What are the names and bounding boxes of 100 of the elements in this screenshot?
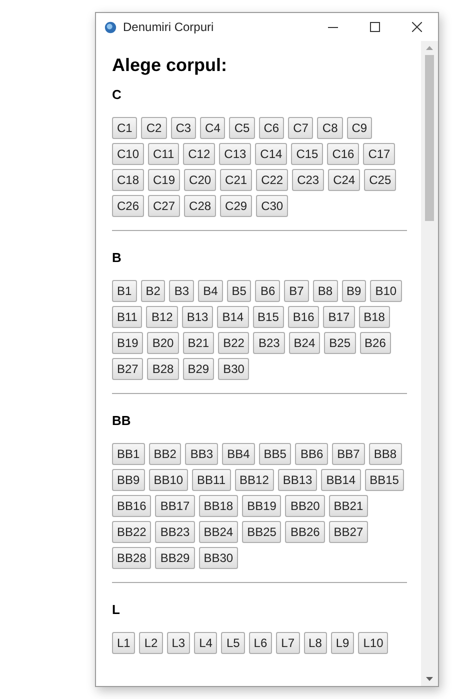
- body-button[interactable]: BB5: [258, 443, 292, 465]
- body-button[interactable]: B4: [198, 280, 223, 302]
- body-button[interactable]: C4: [200, 117, 226, 139]
- body-button[interactable]: BB20: [285, 495, 325, 517]
- body-button[interactable]: BB21: [328, 495, 368, 517]
- body-button[interactable]: B5: [226, 280, 252, 302]
- body-button[interactable]: BB7: [332, 443, 365, 465]
- body-button[interactable]: BB18: [198, 495, 238, 517]
- body-button[interactable]: BB25: [242, 521, 282, 543]
- body-button[interactable]: BB10: [148, 469, 188, 491]
- body-button[interactable]: C3: [170, 117, 196, 139]
- body-button[interactable]: BB6: [295, 443, 328, 465]
- body-button[interactable]: L1: [112, 632, 136, 654]
- body-button[interactable]: BB13: [278, 469, 318, 491]
- body-button[interactable]: C24: [328, 169, 360, 191]
- body-button[interactable]: B13: [182, 306, 214, 328]
- body-button[interactable]: L5: [221, 632, 245, 654]
- body-button[interactable]: BB12: [234, 469, 274, 491]
- body-button[interactable]: BB27: [328, 521, 368, 543]
- body-button[interactable]: C22: [256, 169, 288, 191]
- body-button[interactable]: C5: [229, 117, 255, 139]
- body-button[interactable]: B20: [147, 332, 179, 354]
- body-button[interactable]: B6: [255, 280, 280, 302]
- body-button[interactable]: C30: [256, 195, 288, 217]
- body-button[interactable]: L10: [358, 632, 388, 654]
- body-button[interactable]: BB15: [364, 469, 404, 491]
- body-button[interactable]: C20: [184, 169, 216, 191]
- body-button[interactable]: C25: [364, 169, 396, 191]
- body-button[interactable]: BB30: [198, 547, 238, 569]
- body-button[interactable]: C6: [258, 117, 284, 139]
- body-button[interactable]: C26: [112, 195, 144, 217]
- body-button[interactable]: BB29: [155, 547, 195, 569]
- body-button[interactable]: B29: [182, 358, 214, 380]
- body-button[interactable]: B27: [112, 358, 144, 380]
- body-button[interactable]: B28: [147, 358, 179, 380]
- body-button[interactable]: B23: [253, 332, 285, 354]
- body-button[interactable]: BB24: [198, 521, 238, 543]
- body-button[interactable]: B9: [342, 280, 366, 302]
- body-button[interactable]: B21: [182, 332, 214, 354]
- body-button[interactable]: B8: [312, 280, 338, 302]
- body-button[interactable]: BB8: [368, 443, 402, 465]
- body-button[interactable]: C15: [291, 143, 324, 165]
- body-button[interactable]: B30: [218, 358, 250, 380]
- body-button[interactable]: B12: [146, 306, 178, 328]
- body-button[interactable]: B14: [217, 306, 249, 328]
- body-button[interactable]: C21: [220, 169, 252, 191]
- body-button[interactable]: C17: [363, 143, 396, 165]
- body-button[interactable]: B2: [140, 280, 166, 302]
- body-button[interactable]: C11: [148, 143, 180, 165]
- body-button[interactable]: B11: [112, 306, 142, 328]
- body-button[interactable]: B1: [112, 280, 137, 302]
- body-button[interactable]: B22: [218, 332, 250, 354]
- body-button[interactable]: B17: [323, 306, 355, 328]
- body-button[interactable]: L9: [330, 632, 354, 654]
- body-button[interactable]: C14: [255, 143, 288, 165]
- body-button[interactable]: C28: [184, 195, 216, 217]
- body-button[interactable]: C10: [112, 143, 144, 165]
- body-button[interactable]: B10: [370, 280, 402, 302]
- body-button[interactable]: C23: [292, 169, 324, 191]
- body-button[interactable]: C9: [346, 117, 372, 139]
- body-button[interactable]: BB9: [112, 469, 145, 491]
- body-button[interactable]: BB23: [155, 521, 195, 543]
- body-button[interactable]: BB26: [285, 521, 325, 543]
- body-button[interactable]: BB28: [112, 547, 152, 569]
- scrollbar[interactable]: [421, 41, 438, 686]
- body-button[interactable]: BB1: [112, 443, 145, 465]
- body-button[interactable]: L7: [276, 632, 300, 654]
- body-button[interactable]: BB22: [112, 521, 152, 543]
- body-button[interactable]: C19: [148, 169, 180, 191]
- body-button[interactable]: C29: [220, 195, 252, 217]
- body-button[interactable]: B18: [358, 306, 390, 328]
- body-button[interactable]: C12: [183, 143, 216, 165]
- body-button[interactable]: C27: [148, 195, 180, 217]
- body-button[interactable]: C18: [112, 169, 144, 191]
- body-button[interactable]: L3: [166, 632, 190, 654]
- body-button[interactable]: L6: [248, 632, 272, 654]
- body-button[interactable]: C13: [219, 143, 252, 165]
- body-button[interactable]: C8: [317, 117, 343, 139]
- scrollbar-thumb[interactable]: [425, 55, 434, 221]
- body-button[interactable]: B26: [360, 332, 391, 354]
- body-button[interactable]: BB14: [321, 469, 361, 491]
- body-button[interactable]: B19: [112, 332, 144, 354]
- body-button[interactable]: BB17: [155, 495, 195, 517]
- body-button[interactable]: BB2: [148, 443, 182, 465]
- body-button[interactable]: C2: [141, 117, 167, 139]
- body-button[interactable]: BB16: [112, 495, 152, 517]
- body-button[interactable]: B24: [288, 332, 320, 354]
- body-button[interactable]: C1: [112, 117, 138, 139]
- body-button[interactable]: L8: [304, 632, 327, 654]
- body-button[interactable]: BB11: [192, 469, 231, 491]
- body-button[interactable]: B15: [252, 306, 284, 328]
- body-button[interactable]: B3: [169, 280, 194, 302]
- body-button[interactable]: BB19: [242, 495, 282, 517]
- body-button[interactable]: C7: [288, 117, 314, 139]
- body-button[interactable]: B16: [288, 306, 320, 328]
- body-button[interactable]: C16: [327, 143, 360, 165]
- body-button[interactable]: L2: [139, 632, 163, 654]
- body-button[interactable]: BB4: [222, 443, 255, 465]
- body-button[interactable]: BB3: [185, 443, 218, 465]
- body-button[interactable]: L4: [194, 632, 218, 654]
